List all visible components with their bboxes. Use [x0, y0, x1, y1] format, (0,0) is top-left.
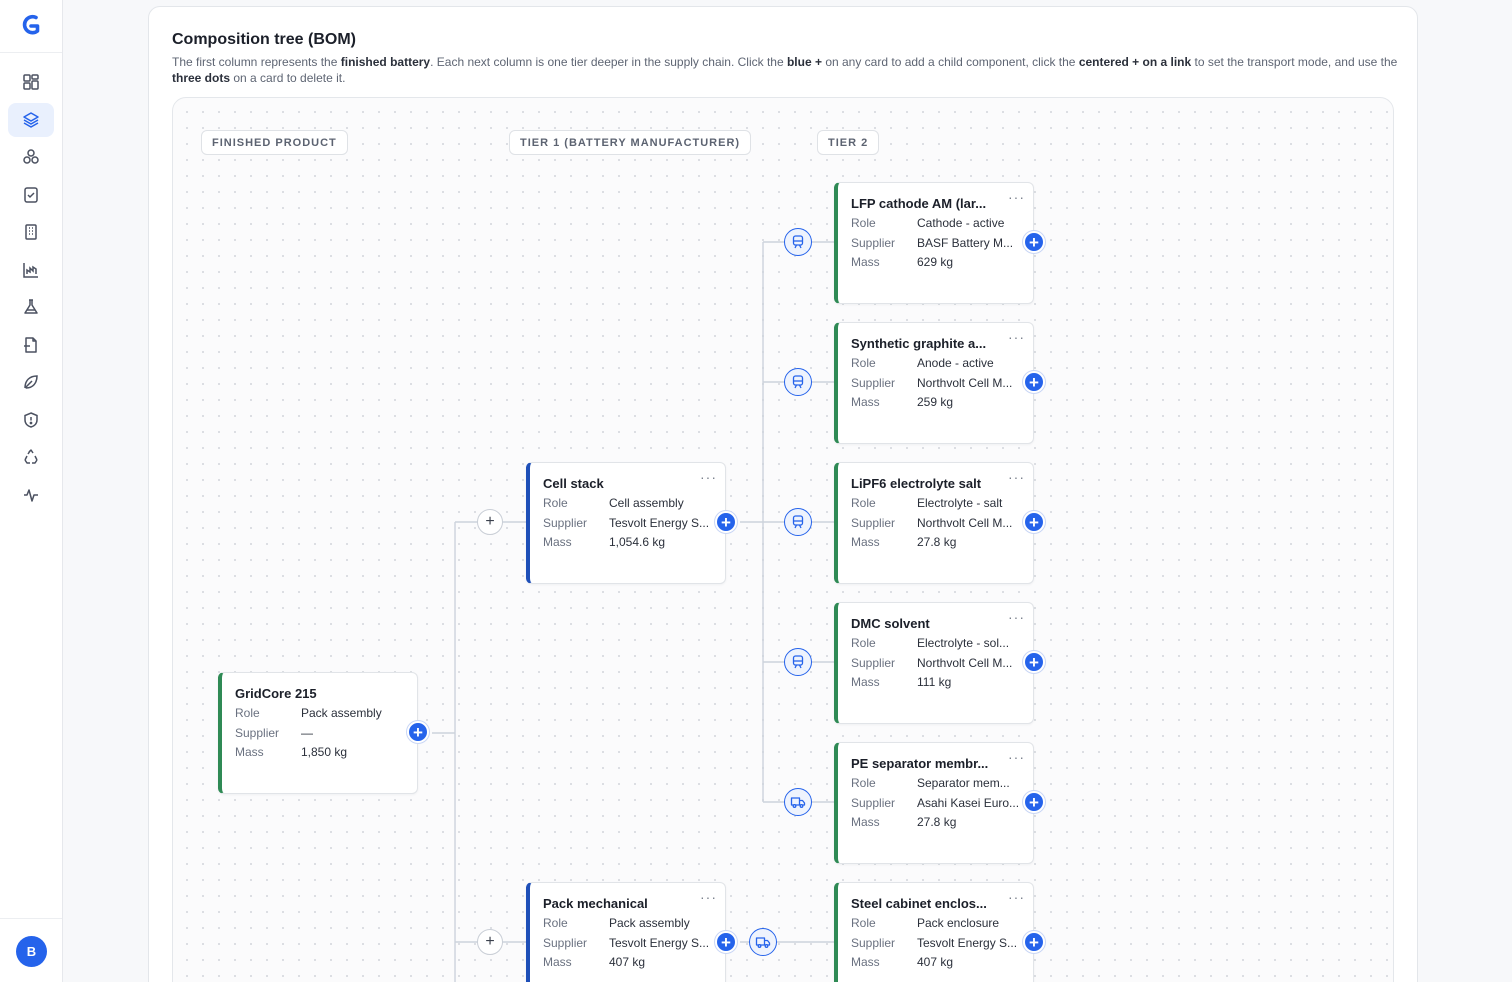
bom-card-cell-stack[interactable]: Cell stack ··· Role Cell assembly Supplie… [526, 462, 726, 584]
nav-checklist[interactable] [8, 178, 54, 212]
molecule-icon [23, 149, 39, 164]
nav-sustainability[interactable] [8, 365, 54, 399]
nav-monitoring[interactable] [8, 478, 54, 512]
more-options-button[interactable]: ··· [1008, 749, 1025, 765]
card-title: LiPF6 electrolyte salt [851, 476, 982, 491]
nav-dashboard[interactable] [8, 65, 54, 99]
dashboard-icon [23, 74, 39, 90]
truck-icon [755, 937, 771, 948]
bom-card-synthetic-graphite[interactable]: Synthetic graphite a... ··· Role Anode - … [834, 322, 1034, 444]
bom-panel: Composition tree (BOM) The first column … [148, 6, 1418, 982]
transport-mode-train-button[interactable] [784, 368, 812, 396]
add-child-button-cell-stack[interactable]: + [715, 511, 737, 533]
link-transport-button[interactable]: + [477, 509, 503, 535]
bom-card-lipf6[interactable]: LiPF6 electrolyte salt ··· Role Electroly… [834, 462, 1034, 584]
building-icon [25, 224, 37, 240]
card-title: DMC solvent [851, 616, 930, 631]
more-options-button[interactable]: ··· [1008, 469, 1025, 485]
card-title: LFP cathode AM (lar... [851, 196, 987, 211]
bom-card-lfp-cathode[interactable]: LFP cathode AM (lar... ··· Role Cathode -… [834, 182, 1034, 304]
nav-facilities[interactable] [8, 215, 54, 249]
more-options-button[interactable]: ··· [700, 469, 717, 485]
train-icon [792, 375, 804, 389]
app-logo[interactable] [0, 0, 62, 53]
page-description: The first column represents the finished… [172, 55, 1398, 85]
activity-icon [24, 489, 38, 502]
more-options-button[interactable]: ··· [1008, 609, 1025, 625]
bom-card-steel-cabinet[interactable]: Steel cabinet enclos... ··· Role Pack enc… [834, 882, 1034, 982]
flask-icon [24, 299, 38, 314]
more-options-button[interactable]: ··· [1008, 189, 1025, 205]
bom-card-dmc-solvent[interactable]: DMC solvent ··· Role Electrolyte - sol...… [834, 602, 1034, 724]
truck-icon [790, 797, 806, 808]
card-title: GridCore 215 [235, 686, 317, 701]
document-icon [24, 337, 37, 353]
link-transport-button[interactable]: + [477, 929, 503, 955]
train-icon [792, 235, 804, 249]
add-child-button-graphite[interactable]: + [1023, 371, 1045, 393]
add-child-button-steel[interactable]: + [1023, 931, 1045, 953]
sidebar-footer: B [0, 918, 62, 982]
more-options-button[interactable]: ··· [700, 889, 717, 905]
nav-layers[interactable] [8, 103, 54, 137]
train-icon [792, 655, 804, 669]
tree-links [432, 241, 835, 982]
add-child-button-pack-mechanical[interactable]: + [715, 931, 737, 953]
bom-card-root[interactable]: GridCore 215 Role Pack assembly Supplier —… [218, 672, 418, 794]
nav-documents[interactable] [8, 328, 54, 362]
nav-recycling[interactable] [8, 440, 54, 474]
transport-mode-train-button[interactable] [784, 648, 812, 676]
bom-card-pe-separator[interactable]: PE separator membr... ··· Role Separator … [834, 742, 1034, 864]
card-title: Cell stack [543, 476, 604, 491]
layers-icon [23, 112, 39, 128]
train-icon [792, 515, 804, 529]
nav-materials[interactable] [8, 140, 54, 174]
add-child-button-dmc[interactable]: + [1023, 651, 1045, 673]
recycle-icon [24, 449, 38, 464]
shield-icon [24, 412, 38, 428]
add-child-button-lipf6[interactable]: + [1023, 511, 1045, 533]
card-title: PE separator membr... [851, 756, 989, 771]
add-child-button-root[interactable]: + [407, 721, 429, 743]
transport-mode-truck-button[interactable] [749, 928, 777, 956]
transport-mode-train-button[interactable] [784, 508, 812, 536]
sidebar: B [0, 0, 63, 982]
tree-canvas[interactable]: FINISHED PRODUCT TIER 1 (BATTERY MANUFAC… [172, 97, 1394, 982]
factory-chart-icon [23, 263, 38, 278]
card-title: Synthetic graphite a... [851, 336, 987, 351]
nav-compliance[interactable] [8, 403, 54, 437]
more-options-button[interactable]: ··· [1008, 889, 1025, 905]
user-avatar[interactable]: B [16, 936, 47, 967]
card-title: Steel cabinet enclos... [851, 896, 987, 911]
leaf-icon [24, 375, 38, 389]
transport-mode-train-button[interactable] [784, 228, 812, 256]
more-options-button[interactable]: ··· [1008, 329, 1025, 345]
page-title: Composition tree (BOM) [172, 31, 356, 48]
logo-icon [22, 14, 40, 35]
clipboard-check-icon [24, 187, 38, 203]
add-child-button-lfp[interactable]: + [1023, 231, 1045, 253]
transport-mode-truck-button[interactable] [784, 788, 812, 816]
add-child-button-pe[interactable]: + [1023, 791, 1045, 813]
bom-card-pack-mechanical[interactable]: Pack mechanical ··· Role Pack assembly Su… [526, 882, 726, 982]
nav-production[interactable] [8, 253, 54, 287]
card-title: Pack mechanical [543, 896, 648, 911]
nav-lab[interactable] [8, 290, 54, 324]
